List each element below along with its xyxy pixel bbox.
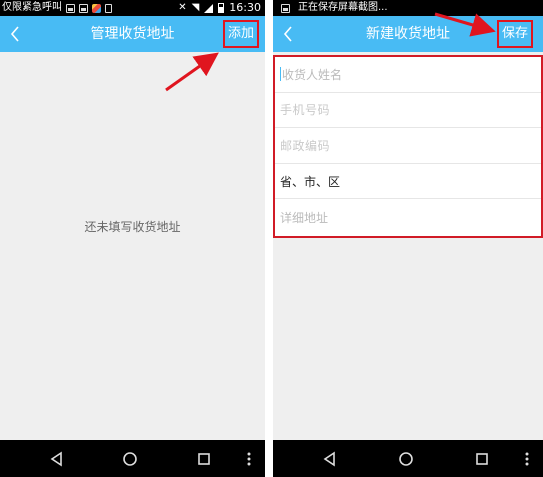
back-arrow-icon — [10, 26, 19, 42]
region-value: 省、市、区 — [280, 174, 341, 189]
nav-back-button[interactable] — [315, 440, 345, 477]
screenshot-notification-icon — [281, 3, 290, 13]
notification-text: 正在保存屏幕截图... — [298, 2, 388, 13]
nav-back-icon — [50, 451, 62, 466]
nav-menu-icon — [525, 452, 529, 465]
app-notification-icon — [92, 3, 101, 13]
region-selector[interactable]: 省、市、区 — [275, 164, 541, 200]
recipient-name-field[interactable]: 收货人姓名 — [275, 57, 541, 93]
gallery-notification-icon — [79, 3, 88, 13]
navigation-bar — [273, 440, 543, 477]
back-button[interactable] — [277, 16, 299, 52]
recipient-name-placeholder: 收货人姓名 — [282, 67, 343, 82]
carrier-text: 仅限紧急呼叫 — [2, 2, 62, 13]
nav-menu-button[interactable] — [512, 440, 542, 477]
back-button[interactable] — [4, 16, 26, 52]
status-right: ✕ ◥ 16:30 — [178, 0, 261, 16]
back-arrow-icon — [283, 26, 292, 42]
nav-home-icon — [399, 451, 413, 466]
battery-icon — [218, 3, 225, 13]
detailed-address-field[interactable]: 详细地址 — [275, 199, 541, 235]
nav-back-icon — [323, 451, 335, 466]
status-bar: 仅限紧急呼叫 ✕ ◥ 16:30 — [0, 0, 265, 16]
phone-number-placeholder: 手机号码 — [280, 103, 331, 118]
address-form: 收货人姓名 手机号码 邮政编码 省、市、区 详细地址 — [273, 55, 543, 238]
nav-home-button[interactable] — [391, 440, 421, 477]
nav-recents-button[interactable] — [189, 440, 219, 477]
left-phone-screen: 仅限紧急呼叫 ✕ ◥ 16:30 管理收货地址 添加 还未填写收货地址 — [0, 0, 265, 477]
nav-back-button[interactable] — [42, 440, 72, 477]
text-cursor — [280, 67, 281, 82]
save-button[interactable]: 保存 — [496, 20, 533, 48]
title-bar: 新建收货地址 保存 — [273, 16, 543, 52]
status-left: 正在保存屏幕截图... — [281, 0, 388, 16]
wifi-icon: ◥ — [191, 2, 200, 13]
mute-icon: ✕ — [178, 2, 187, 13]
nav-recents-icon — [476, 452, 488, 465]
nav-recents-icon — [198, 452, 210, 465]
right-phone-screen: 正在保存屏幕截图... 新建收货地址 保存 收货人姓名 手机号码 邮政编码 省、… — [273, 0, 543, 477]
nav-home-icon — [123, 451, 137, 466]
empty-state-message: 还未填写收货地址 — [84, 220, 181, 234]
status-time: 16:30 — [229, 1, 261, 14]
nav-recents-button[interactable] — [467, 440, 497, 477]
sim-icon — [105, 3, 112, 13]
title-bar: 管理收货地址 添加 — [0, 16, 265, 52]
signal-icon — [204, 3, 214, 13]
status-left: 仅限紧急呼叫 — [2, 0, 112, 16]
nav-menu-icon — [247, 452, 251, 465]
detailed-address-placeholder: 详细地址 — [280, 210, 329, 225]
postcode-placeholder: 邮政编码 — [280, 138, 331, 153]
phone-number-field[interactable]: 手机号码 — [275, 93, 541, 129]
navigation-bar — [0, 440, 265, 477]
postcode-field[interactable]: 邮政编码 — [275, 128, 541, 164]
image-notification-icon — [66, 3, 75, 13]
nav-menu-button[interactable] — [234, 440, 264, 477]
nav-home-button[interactable] — [115, 440, 145, 477]
status-bar: 正在保存屏幕截图... — [273, 0, 543, 16]
add-button[interactable]: 添加 — [222, 20, 259, 48]
